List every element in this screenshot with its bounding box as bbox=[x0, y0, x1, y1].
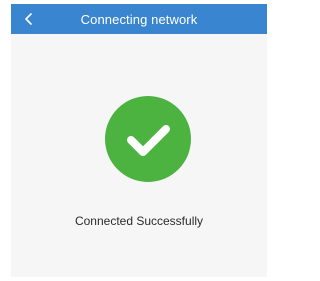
back-button[interactable] bbox=[19, 9, 39, 29]
status-message: Connected Successfully bbox=[74, 214, 204, 228]
check-circle-icon bbox=[105, 96, 191, 182]
chevron-left-icon bbox=[25, 13, 32, 25]
top-bar: Connecting network bbox=[11, 4, 267, 34]
connection-screen: Connecting network Connected Successfull… bbox=[11, 4, 267, 277]
page-title: Connecting network bbox=[80, 11, 198, 27]
